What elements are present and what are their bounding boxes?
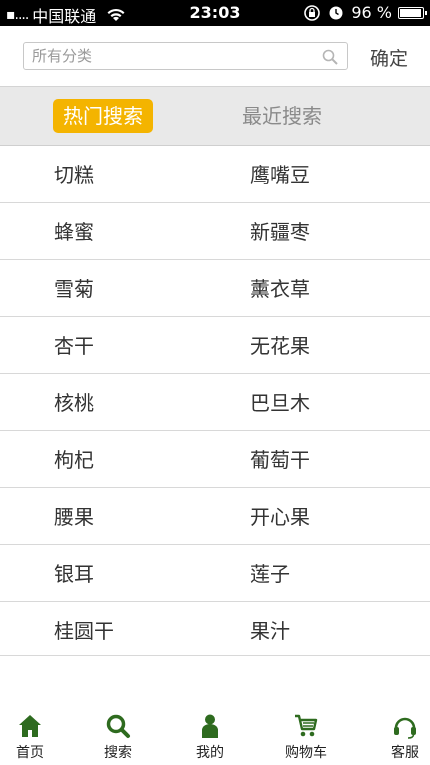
tab-hot-search[interactable]: 热门搜索: [53, 99, 153, 133]
list-item[interactable]: 开心果: [250, 488, 310, 544]
list-row: 桂圆干 果汁: [0, 602, 430, 656]
search-box[interactable]: [23, 42, 348, 70]
list-item[interactable]: 无花果: [250, 317, 310, 373]
nav-service[interactable]: 客服: [375, 713, 430, 762]
list-item[interactable]: 杏干: [54, 317, 94, 373]
list-row: 腰果 开心果: [0, 488, 430, 545]
confirm-button[interactable]: 确定: [370, 44, 408, 71]
headset-icon: [394, 717, 416, 739]
list-row: 杏干 无花果: [0, 317, 430, 374]
battery-percent: 96 %: [351, 3, 392, 22]
bottom-nav: 首页 搜索 我的 购物车 客服: [0, 705, 430, 765]
list-item[interactable]: 银耳: [54, 545, 94, 601]
list-item[interactable]: 桂圆干: [54, 602, 114, 658]
search-input[interactable]: [24, 43, 322, 69]
nav-label: 我的: [196, 745, 224, 761]
list-row: 切糕 鹰嘴豆: [0, 146, 430, 203]
search-header: 确定: [0, 26, 430, 87]
user-icon: [202, 714, 218, 738]
list-item[interactable]: 果汁: [250, 602, 290, 658]
list-item[interactable]: 葡萄干: [250, 431, 310, 487]
alarm-icon: [329, 6, 343, 19]
nav-label: 搜索: [104, 745, 132, 761]
list-item[interactable]: 蜂蜜: [54, 203, 94, 259]
list-item[interactable]: 巴旦木: [250, 374, 310, 430]
search-icon[interactable]: [321, 48, 339, 66]
list-item[interactable]: 莲子: [250, 545, 290, 601]
hot-search-list: 切糕 鹰嘴豆 蜂蜜 新疆枣 雪菊 薰衣草 杏干 无花果 核桃 巴旦木 枸杞 葡萄…: [0, 146, 430, 656]
nav-label: 客服: [391, 745, 419, 761]
list-item[interactable]: 核桃: [54, 374, 94, 430]
list-item[interactable]: 枸杞: [54, 431, 94, 487]
battery-icon: [398, 6, 427, 19]
list-item[interactable]: 新疆枣: [250, 203, 310, 259]
list-item[interactable]: 雪菊: [54, 260, 94, 316]
list-row: 蜂蜜 新疆枣: [0, 203, 430, 260]
nav-search[interactable]: 搜索: [88, 713, 148, 762]
list-item[interactable]: 切糕: [54, 146, 94, 202]
cart-icon: [295, 714, 318, 737]
status-right: 96 %: [303, 3, 427, 22]
search-tabs: 热门搜索 最近搜索: [0, 87, 430, 146]
tab-recent-search[interactable]: 最近搜索: [232, 99, 332, 133]
list-row: 核桃 巴旦木: [0, 374, 430, 431]
list-row: 银耳 莲子: [0, 545, 430, 602]
home-icon: [19, 715, 41, 737]
nav-home[interactable]: 首页: [0, 713, 60, 762]
search-icon: [106, 714, 130, 738]
status-bar: ▪.... 中国联通 23:03 96 %: [0, 0, 430, 26]
list-item[interactable]: 鹰嘴豆: [250, 146, 310, 202]
list-row: 雪菊 薰衣草: [0, 260, 430, 317]
nav-cart[interactable]: 购物车: [276, 713, 336, 762]
rotation-lock-icon: [304, 4, 321, 21]
nav-label: 购物车: [285, 745, 327, 761]
list-item[interactable]: 腰果: [54, 488, 94, 544]
list-item[interactable]: 薰衣草: [250, 260, 310, 316]
list-row: 枸杞 葡萄干: [0, 431, 430, 488]
battery-fill: [400, 8, 422, 17]
nav-label: 首页: [16, 745, 44, 761]
nav-mine[interactable]: 我的: [180, 713, 240, 762]
